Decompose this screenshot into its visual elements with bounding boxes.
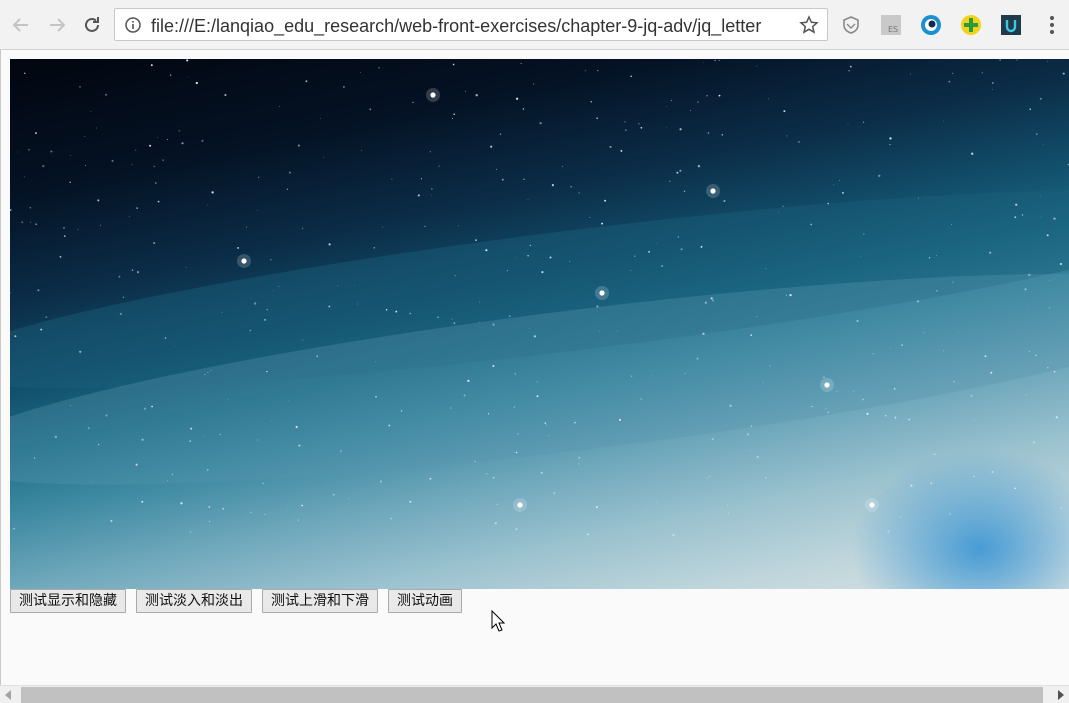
plus-icon: [961, 15, 981, 35]
animate-button[interactable]: 测试动画: [388, 589, 462, 613]
arrow-right-icon: [50, 18, 66, 32]
mouse-cursor-icon: [491, 610, 505, 632]
scroll-right-icon[interactable]: [1057, 690, 1065, 700]
reload-icon: [85, 17, 99, 32]
es-icon: ES: [881, 15, 901, 35]
eye-icon: [921, 15, 941, 35]
back-button[interactable]: [8, 12, 34, 38]
button-row: 测试显示和隐藏 测试淡入和淡出 测试上滑和下滑 测试动画: [10, 589, 462, 613]
svg-text:ES: ES: [888, 25, 898, 34]
forward-button[interactable]: [44, 12, 70, 38]
eye-extension-icon[interactable]: [920, 14, 942, 36]
info-icon[interactable]: [125, 17, 141, 33]
scrollbar-thumb[interactable]: [21, 687, 1043, 703]
reload-button[interactable]: [79, 12, 105, 38]
fade-button[interactable]: 测试淡入和淡出: [136, 589, 252, 613]
u-icon: [1001, 15, 1021, 35]
plus-extension-icon[interactable]: [960, 14, 982, 36]
starry-sky-image: [10, 59, 1069, 589]
url-text[interactable]: file:///E:/lanqiao_edu_research/web-fron…: [151, 15, 793, 37]
horizontal-scrollbar[interactable]: [0, 685, 1069, 703]
page-content: 测试显示和隐藏 测试淡入和淡出 测试上滑和下滑 测试动画: [0, 50, 1069, 685]
star-icon[interactable]: [799, 15, 819, 35]
arrow-left-icon: [12, 18, 28, 32]
show-hide-button[interactable]: 测试显示和隐藏: [10, 589, 126, 613]
slide-button[interactable]: 测试上滑和下滑: [262, 589, 378, 613]
u-extension-icon[interactable]: [1000, 14, 1022, 36]
browser-toolbar: file:///E:/lanqiao_edu_research/web-fron…: [0, 0, 1069, 50]
address-bar[interactable]: file:///E:/lanqiao_edu_research/web-fron…: [114, 8, 828, 41]
scroll-left-icon[interactable]: [4, 690, 12, 700]
es-extension-icon[interactable]: ES: [880, 14, 902, 36]
more-vert-icon[interactable]: [1044, 14, 1060, 36]
shield-icon: [843, 16, 859, 34]
shield-extension-icon[interactable]: [840, 14, 862, 36]
